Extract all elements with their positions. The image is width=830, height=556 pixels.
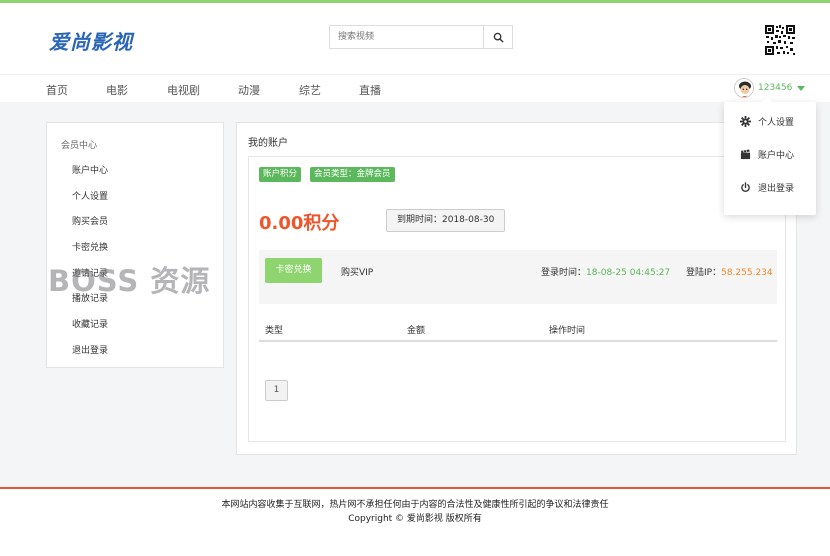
sidebar-item-buy-membership[interactable]: 购买会员	[72, 214, 108, 227]
points-tag: 账户积分	[259, 167, 302, 182]
dropdown-label-account: 账户中心	[758, 151, 795, 161]
clapperboard-icon	[740, 149, 751, 160]
points-value: 0.00积分	[259, 213, 340, 234]
sidebar-item-account-center[interactable]: 账户中心	[72, 163, 108, 176]
redeem-card-button[interactable]: 卡密兑换	[265, 258, 322, 283]
search-button[interactable]	[483, 26, 512, 48]
dropdown-item-logout[interactable]: 退出登录	[740, 181, 794, 194]
dropdown-item-account[interactable]: 账户中心	[740, 148, 794, 161]
footer-disclaimer: 本网站内容收集于互联网，热片网不承担任何由于内容的合法性及健康性所引起的争议和法…	[221, 500, 609, 510]
table-header-divider	[259, 340, 777, 342]
page-title: 我的账户	[248, 138, 288, 149]
nav-item-live[interactable]: 直播	[359, 82, 381, 98]
user-menu-toggle[interactable]: 123456	[734, 78, 806, 98]
sidebar: 会员中心 账户中心 个人设置 购买会员 卡密兑换 邀请记录 播放记录 收藏记录 …	[46, 122, 224, 368]
gear-icon	[740, 116, 751, 127]
nav-item-variety[interactable]: 综艺	[299, 82, 321, 98]
buy-vip-link[interactable]: 购买VIP	[341, 265, 373, 278]
login-ip-value: 58.255.234	[721, 268, 773, 278]
account-card: 账户积分 会员类型：金牌会员 0.00积分 到期时间：2018-08-30 卡密…	[248, 156, 786, 442]
search-box	[329, 25, 513, 49]
sidebar-item-favorites[interactable]: 收藏记录	[72, 317, 108, 330]
site-logo[interactable]: 爱尚影视	[49, 26, 133, 55]
main-nav: 首页 电影 电视剧 动漫 综艺 直播	[0, 74, 830, 102]
chevron-down-icon	[797, 85, 806, 91]
footer: 本网站内容收集于互联网，热片网不承担任何由于内容的合法性及健康性所引起的争议和法…	[0, 489, 830, 556]
power-icon	[741, 182, 750, 192]
table-header-amount: 金额	[407, 326, 426, 336]
pagination-page-1[interactable]: 1	[265, 380, 288, 401]
footer-copyright: Copyright © 爱尚影视 版权所有	[348, 514, 482, 524]
dropdown-item-settings[interactable]: 个人设置	[740, 115, 794, 128]
sidebar-item-logout[interactable]: 退出登录	[72, 343, 108, 356]
expire-date-badge: 到期时间：2018-08-30	[386, 209, 506, 232]
nav-item-anime[interactable]: 动漫	[238, 82, 260, 98]
sidebar-item-card-redeem[interactable]: 卡密兑换	[72, 240, 108, 253]
login-time-value: 18-08-25 04:45:27	[586, 268, 671, 278]
qr-code-icon	[764, 24, 796, 56]
dropdown-arrow	[762, 97, 772, 102]
table-header-type: 类型	[265, 326, 284, 336]
avatar-icon	[735, 79, 753, 97]
dropdown-label-logout: 退出登录	[758, 184, 795, 194]
nav-item-tv[interactable]: 电视剧	[167, 82, 200, 98]
header: 爱尚影视	[0, 3, 830, 74]
action-bar: 卡密兑换 购买VIP 登录时间：18-08-25 04:45:27 登陆IP：5…	[259, 250, 777, 304]
watermark: BOSS 资源	[48, 264, 211, 298]
dropdown-label-settings: 个人设置	[758, 118, 795, 128]
avatar	[734, 78, 754, 98]
user-dropdown-menu: 个人设置 账户中心 退出登录	[724, 97, 816, 215]
login-ip-label: 登陆IP：	[686, 268, 722, 278]
login-time: 登录时间：18-08-25 04:45:27	[541, 265, 670, 278]
table-header-time: 操作时间	[549, 326, 586, 336]
member-type-tag: 会员类型：金牌会员	[310, 167, 395, 182]
nav-item-home[interactable]: 首页	[46, 82, 68, 98]
search-icon	[493, 32, 504, 43]
login-time-label: 登录时间：	[541, 268, 587, 278]
account-panel: 我的账户 账户积分 会员类型：金牌会员 0.00积分 到期时间：2018-08-…	[236, 122, 797, 455]
sidebar-title: 会员中心	[61, 141, 98, 151]
search-input[interactable]	[330, 26, 484, 48]
username: 123456	[758, 83, 793, 93]
nav-item-movies[interactable]: 电影	[106, 82, 128, 98]
login-ip: 登陆IP：58.255.234	[686, 265, 773, 278]
sidebar-item-personal-settings[interactable]: 个人设置	[72, 189, 108, 202]
